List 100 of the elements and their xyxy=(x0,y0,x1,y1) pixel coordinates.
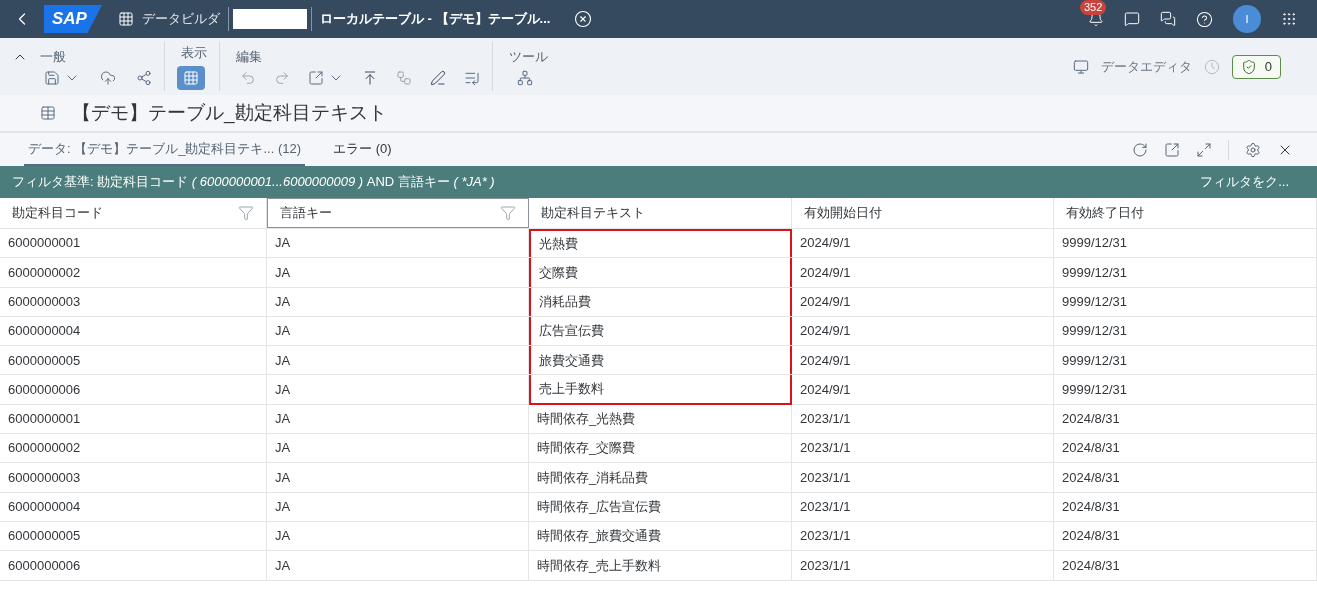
table-cell: JA xyxy=(267,492,529,521)
column-header[interactable]: 勘定科目コード xyxy=(0,198,267,228)
table-cell: 2024/9/1 xyxy=(792,229,1054,258)
table-cell: 光熱費 xyxy=(529,229,792,258)
group-label: 編集 xyxy=(236,47,262,66)
close-icon[interactable] xyxy=(574,10,593,28)
export-icon[interactable] xyxy=(308,70,324,87)
share-icon[interactable] xyxy=(136,70,152,87)
table-cell: JA xyxy=(267,258,529,287)
table-cell: 9999/12/31 xyxy=(1054,258,1317,287)
table-cell: 時間依存_売上手数料 xyxy=(529,551,792,580)
table-cell: 6000000005 xyxy=(0,346,267,375)
pen-icon[interactable] xyxy=(430,70,446,87)
table-cell: 旅費交通費 xyxy=(529,346,792,375)
table-cell: 2023/1/1 xyxy=(792,521,1054,551)
table-cell: 2023/1/1 xyxy=(792,551,1054,580)
chat-icon[interactable] xyxy=(1124,11,1140,27)
table-cell: 6000000002 xyxy=(0,258,267,287)
upload-icon[interactable] xyxy=(362,70,378,87)
group-label: ツール xyxy=(509,47,548,66)
column-header[interactable]: 有効開始日付 xyxy=(792,198,1054,228)
table-cell: 交際費 xyxy=(529,258,792,287)
refresh-icon[interactable] xyxy=(1132,141,1148,158)
table-cell: 2024/8/31 xyxy=(1054,492,1317,521)
table-cell: 2023/1/1 xyxy=(792,434,1054,463)
editor-label: データエディタ xyxy=(1100,57,1192,76)
table-cell: 2024/8/31 xyxy=(1054,434,1317,463)
table-cell: 9999/12/31 xyxy=(1054,287,1317,316)
table-cell: 6000000004 xyxy=(0,316,267,346)
table-cell: JA xyxy=(267,463,529,492)
notification-badge: 352 xyxy=(1080,0,1107,15)
table-cell: 時間依存_広告宣伝費 xyxy=(529,492,792,521)
table-icon xyxy=(40,105,56,121)
table-cell: 6000000005 xyxy=(0,521,267,551)
table-cell: 6000000002 xyxy=(0,434,267,463)
validation-button[interactable]: 0 xyxy=(1231,54,1281,79)
help-icon[interactable] xyxy=(1196,10,1213,28)
column-header[interactable]: 有効終了日付 xyxy=(1054,198,1317,228)
table-cell: 6000000001 xyxy=(0,229,267,258)
fullscreen-icon[interactable] xyxy=(1196,141,1212,158)
table-cell: 売上手数料 xyxy=(529,375,792,405)
table-cell: 2024/9/1 xyxy=(792,375,1054,404)
apps-icon[interactable] xyxy=(1281,11,1297,27)
clear-filter-link[interactable]: フィルタをク... xyxy=(1200,172,1289,192)
table-cell: 6000000006 xyxy=(0,551,267,580)
table-cell: 2023/1/1 xyxy=(792,404,1054,434)
table-cell: 時間依存_旅費交通費 xyxy=(529,521,792,551)
group-label: 表示 xyxy=(181,43,207,62)
table-cell: 2024/8/31 xyxy=(1054,463,1317,492)
filter-icon[interactable] xyxy=(238,205,254,221)
table-cell: 2023/1/1 xyxy=(792,492,1054,521)
table-cell: JA xyxy=(267,316,529,346)
table-cell: 時間依存_光熱費 xyxy=(529,404,792,434)
table-cell: 9999/12/31 xyxy=(1054,229,1317,258)
table-cell: 2024/8/31 xyxy=(1054,404,1317,434)
column-header[interactable]: 勘定科目テキスト xyxy=(529,198,792,228)
table-cell: 6000000006 xyxy=(0,375,267,404)
list-icon[interactable] xyxy=(464,70,480,87)
table-cell: 6000000001 xyxy=(0,404,267,434)
feedback-icon[interactable] xyxy=(1160,11,1176,27)
table-cell: 2024/8/31 xyxy=(1054,521,1317,551)
table-cell: 2024/9/1 xyxy=(792,258,1054,287)
table-cell: JA xyxy=(267,375,529,404)
table-cell: 9999/12/31 xyxy=(1054,346,1317,375)
settings-icon[interactable] xyxy=(1245,141,1261,158)
tab[interactable]: エラー (0) xyxy=(329,133,396,166)
grid-view-button[interactable] xyxy=(177,66,205,91)
cloud-upload-icon[interactable] xyxy=(100,70,116,87)
table-heading: 【デモ】テーブル_勘定科目テキスト xyxy=(72,100,387,126)
shield-icon xyxy=(1240,58,1257,75)
logo[interactable]: SAP xyxy=(44,5,102,33)
table-cell: 2024/9/1 xyxy=(792,346,1054,375)
column-header[interactable]: 言語キー xyxy=(267,198,529,228)
table-cell: JA xyxy=(267,346,529,375)
table-cell: 9999/12/31 xyxy=(1054,316,1317,346)
table-cell: 6000000003 xyxy=(0,463,267,492)
save-icon[interactable] xyxy=(44,70,60,87)
window-title: ローカルテーブル - 【デモ】テーブル... xyxy=(320,10,551,29)
table-cell: 時間依存_消耗品費 xyxy=(529,463,792,492)
table-cell: 広告宣伝費 xyxy=(529,316,792,346)
table-cell: JA xyxy=(267,551,529,580)
table-cell: JA xyxy=(267,434,529,463)
table-cell: JA xyxy=(267,287,529,316)
table-cell: 2023/1/1 xyxy=(792,463,1054,492)
table-cell: 2024/9/1 xyxy=(792,287,1054,316)
table-cell: JA xyxy=(267,404,529,434)
filter-icon[interactable] xyxy=(500,205,516,221)
table-cell: 6000000003 xyxy=(0,287,267,316)
table-cell: 2024/9/1 xyxy=(792,316,1054,346)
filter-description: フィルタ基準: 勘定科目コード ( 6000000001...6000000009 ) AND 言語キー ( *JA* ) xyxy=(12,173,495,192)
table-cell: 6000000004 xyxy=(0,492,267,521)
graph-icon[interactable] xyxy=(517,70,533,87)
grid-icon xyxy=(183,70,199,87)
table-cell: 時間依存_交際費 xyxy=(529,434,792,463)
table-tool-icon[interactable] xyxy=(118,11,134,27)
monitor-icon[interactable] xyxy=(1072,58,1089,75)
group-label: 一般 xyxy=(40,47,66,66)
table-cell: JA xyxy=(267,521,529,551)
table-cell: 9999/12/31 xyxy=(1054,375,1317,404)
export-icon[interactable] xyxy=(1164,141,1180,158)
